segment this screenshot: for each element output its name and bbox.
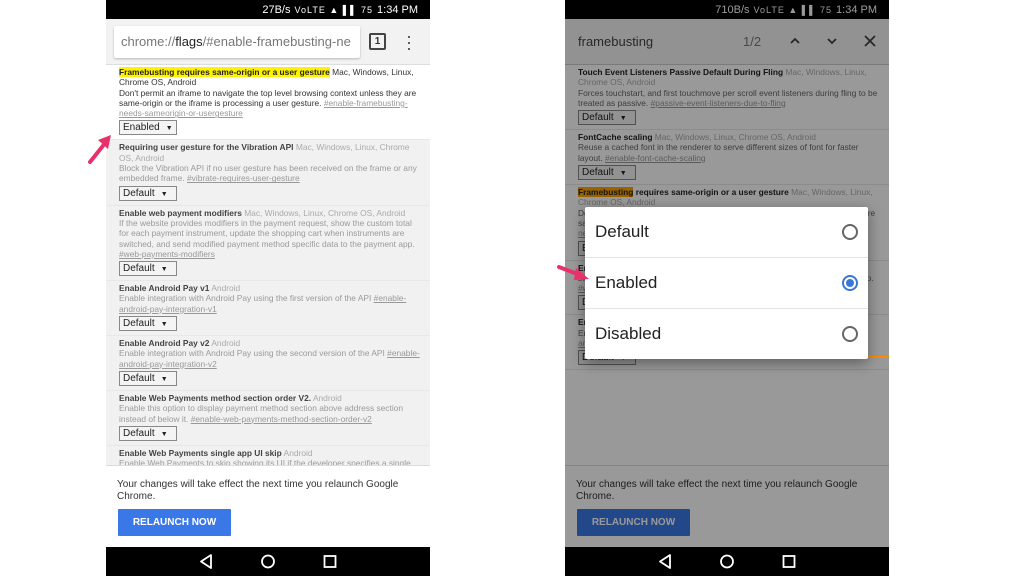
radio-enabled[interactable]: [842, 275, 858, 291]
overflow-menu-icon[interactable]: · · ·: [402, 27, 416, 57]
option-label: Disabled: [595, 324, 662, 343]
option-default[interactable]: Default: [585, 207, 868, 258]
flag-platforms: Android: [211, 338, 241, 349]
flag-entry: Requiring user gesture for the Vibration…: [106, 140, 430, 206]
status-icons: VoLTE ▲ ▌▌ 75: [294, 4, 374, 15]
network-speed: 27B/s: [262, 3, 291, 16]
flags-list: Framebusting requires same-origin or a u…: [106, 65, 430, 465]
flag-link[interactable]: #enable-web-payments-method-section-orde…: [191, 414, 372, 424]
back-icon[interactable]: [198, 554, 214, 569]
flag-select[interactable]: Default ▼: [119, 316, 177, 332]
flag-platforms: Android: [312, 392, 342, 403]
flag-select[interactable]: Default ▼: [119, 261, 177, 277]
flag-entry: Enable web payment modifiers Mac, Window…: [106, 205, 430, 282]
recents-icon[interactable]: [322, 554, 338, 569]
flag-name: Framebusting requires same-origin or a u…: [119, 67, 330, 77]
dropdown-arrow-icon: ▼: [160, 190, 168, 198]
url-path: flags: [175, 34, 203, 49]
flag-select-value: Default: [123, 318, 155, 330]
dropdown-arrow-icon: ▼: [160, 266, 168, 274]
flag-name: Enable web payment modifiers: [119, 207, 242, 218]
select-options-dialog: Default Enabled Disabled: [585, 207, 868, 359]
navigation-bar: [565, 547, 889, 576]
flag-link[interactable]: #vibrate-requires-user-gesture: [187, 173, 300, 183]
flag-platforms: Mac, Windows, Linux, Chrome OS, Android: [244, 207, 406, 218]
flag-entry: Enable Android Pay v2 Android Enable inte…: [106, 336, 430, 391]
option-disabled[interactable]: Disabled: [585, 309, 868, 360]
flag-select-value: Default: [123, 372, 155, 384]
url-field[interactable]: chrome://flags/#enable-framebusting-ne: [114, 26, 360, 58]
pointer-arrow-right: [557, 265, 589, 280]
flag-select-value: Default: [123, 427, 155, 439]
flag-entry: Enable Android Pay v1 AndroidEnable inte…: [106, 281, 430, 337]
flag-select[interactable]: Default ▼: [119, 370, 177, 386]
pointer-arrow-left: [88, 135, 111, 164]
url-anchor: /#enable-framebusting-ne: [202, 34, 351, 49]
clock: 1:34 PM: [377, 3, 418, 16]
flag-name: Enable Android Pay v1: [119, 283, 210, 294]
radio-disabled[interactable]: [842, 326, 858, 342]
flag-link[interactable]: #web-payments-modifiers: [119, 249, 215, 259]
dropdown-arrow-icon: ▼: [160, 430, 168, 438]
navigation-bar: [106, 547, 430, 576]
flag-platforms: Android: [283, 447, 313, 458]
option-enabled[interactable]: Enabled: [585, 258, 868, 309]
home-icon[interactable]: [260, 554, 276, 569]
tab-switcher-button[interactable]: 1: [369, 33, 386, 50]
flag-entry: Enable Web Payments single app UI skip A…: [106, 445, 430, 465]
flag-name: Enable Android Pay v2: [119, 338, 210, 349]
flag-entry: Framebusting requires same-origin or a u…: [106, 65, 430, 141]
flag-select-value: Enabled: [123, 122, 160, 134]
back-icon[interactable]: [657, 554, 673, 569]
flag-name: Enable Web Payments method section order…: [119, 392, 312, 403]
recents-icon[interactable]: [781, 554, 797, 569]
flag-description: Enable Web Payments to skip showing its …: [119, 458, 411, 465]
flag-entry: Enable Web Payments method section order…: [106, 390, 430, 446]
radio-default[interactable]: [842, 224, 858, 240]
flag-platforms: Android: [211, 283, 241, 294]
left-phone-screen: 27B/s VoLTE ▲ ▌▌ 75 1:34 PM chrome://fla…: [106, 0, 430, 576]
flag-description: If the website provides modifiers in the…: [119, 217, 415, 249]
url-scheme: chrome://: [121, 34, 176, 49]
scroll-indicator: [865, 356, 889, 358]
relaunch-message: Your changes will take effect the next t…: [117, 479, 399, 502]
flag-description: Enable integration with Android Pay usin…: [119, 293, 372, 304]
flag-select[interactable]: Default ▼: [119, 425, 177, 441]
flag-name: Enable Web Payments single app UI skip: [119, 447, 282, 458]
dropdown-arrow-icon: ▼: [160, 375, 168, 383]
relaunch-panel: Your changes will take effect the next t…: [106, 465, 430, 547]
relaunch-button[interactable]: RELAUNCH NOW: [118, 509, 231, 536]
flag-select[interactable]: Default ▼: [119, 185, 177, 201]
dropdown-arrow-icon: ▼: [160, 321, 168, 329]
home-icon[interactable]: [719, 554, 735, 569]
option-label: Default: [595, 222, 649, 241]
option-label: Enabled: [595, 273, 658, 292]
flag-select-value: Default: [123, 263, 155, 275]
flag-select[interactable]: Enabled ▼: [119, 120, 177, 136]
flag-name: Requiring user gesture for the Vibration…: [119, 142, 294, 153]
flag-select-value: Default: [123, 187, 155, 199]
dropdown-arrow-icon: ▼: [165, 125, 173, 133]
flag-description: Enable integration with Android Pay usin…: [119, 348, 385, 359]
status-bar: 27B/s VoLTE ▲ ▌▌ 75 1:34 PM: [106, 0, 430, 19]
toolbar: chrome://flags/#enable-framebusting-ne 1…: [106, 19, 430, 65]
